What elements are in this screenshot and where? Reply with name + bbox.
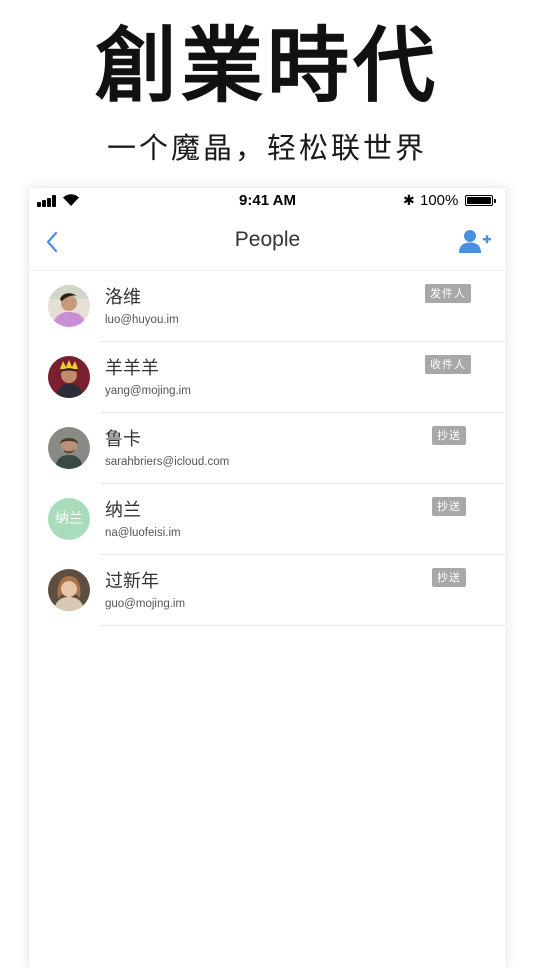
contact-name: 纳兰 — [105, 500, 141, 521]
contact-name: 鲁卡 — [105, 429, 141, 450]
row-divider — [100, 625, 506, 626]
contact-name: 洛维 — [105, 287, 141, 308]
bluetooth-icon: ✱ — [403, 192, 415, 208]
add-person-icon[interactable] — [458, 228, 492, 254]
promo-subtitle: 一个魔晶，轻松联世界 — [106, 131, 427, 165]
contact-list: 洛维 luo@huyou.im 发件人 羊羊羊 yang@mojing.im 收… — [29, 271, 506, 626]
contact-email: guo@mojing.im — [105, 598, 186, 610]
avatar — [48, 569, 90, 611]
contact-row[interactable]: 鲁卡 sarahbriers@icloud.com 抄送 — [29, 413, 506, 484]
contact-row[interactable]: 羊羊羊 yang@mojing.im 收件人 — [29, 342, 506, 413]
battery-percent: 100% — [420, 192, 459, 209]
role-badge: 抄送 — [432, 497, 466, 516]
battery-icon — [465, 195, 496, 206]
avatar-initials: 纳兰 — [48, 498, 90, 540]
avatar — [48, 356, 90, 398]
contact-row[interactable]: 纳兰 纳兰 na@luofeisi.im 抄送 — [29, 484, 506, 555]
contact-row[interactable]: 洛维 luo@huyou.im 发件人 — [29, 271, 506, 342]
contact-row[interactable]: 过新年 guo@mojing.im 抄送 — [29, 555, 506, 626]
role-badge: 抄送 — [432, 568, 466, 587]
role-badge: 抄送 — [432, 426, 466, 445]
avatar — [48, 427, 90, 469]
status-bar: 9:41 AM ✱ 100% — [29, 188, 506, 214]
promo-title: 創業時代 — [94, 18, 439, 114]
contact-email: yang@mojing.im — [105, 385, 191, 397]
avatar — [48, 285, 90, 327]
page-title: People — [234, 228, 301, 251]
contact-email: sarahbriers@icloud.com — [105, 456, 230, 468]
contact-email: luo@huyou.im — [105, 314, 179, 326]
phone-screen: 9:41 AM ✱ 100% People 洛维 luo@huyou.im 发件… — [29, 188, 506, 968]
nav-bar: People — [29, 214, 506, 271]
role-badge: 收件人 — [425, 355, 471, 374]
contact-email: na@luofeisi.im — [105, 527, 181, 539]
role-badge: 发件人 — [425, 284, 471, 303]
contact-name: 羊羊羊 — [105, 358, 159, 379]
contact-name: 过新年 — [105, 571, 159, 592]
